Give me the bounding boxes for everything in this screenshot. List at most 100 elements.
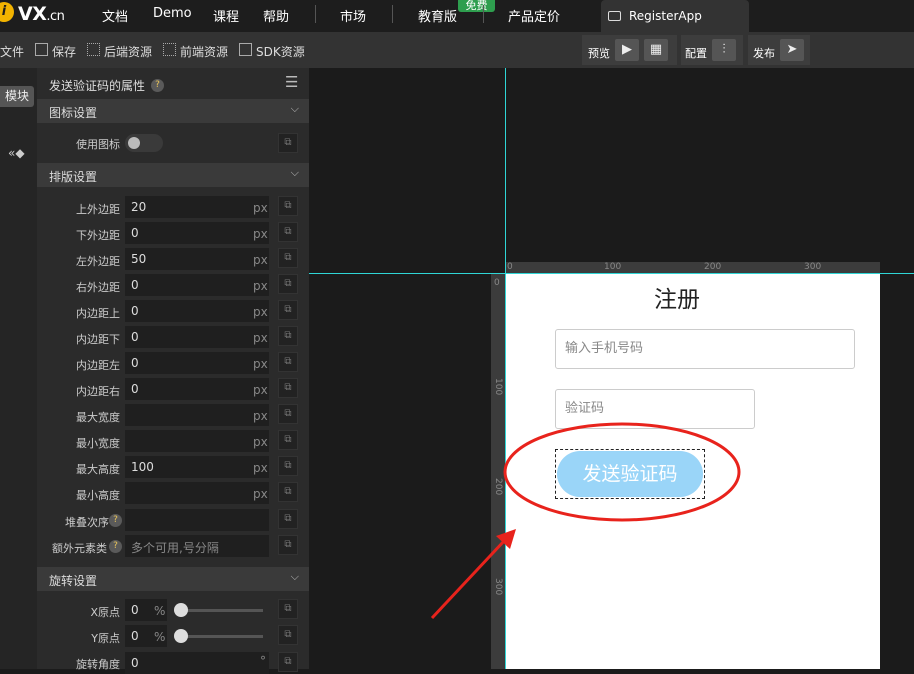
slider-handle[interactable] (174, 603, 188, 617)
logo-icon[interactable]: i (0, 2, 14, 22)
field-label: 最大宽度 (76, 411, 120, 424)
field-input[interactable] (125, 404, 269, 426)
play-icon[interactable]: ▶ (615, 39, 639, 61)
degree-unit: ° (260, 654, 266, 668)
save-button[interactable]: 保存 (52, 43, 76, 60)
panel-title: 发送验证码的属性 (49, 79, 146, 93)
percent-unit: % (154, 630, 166, 644)
nav-market[interactable]: 市场 (340, 6, 366, 25)
z-index-input[interactable] (125, 509, 269, 531)
copy-icon[interactable]: ⧉ (278, 378, 298, 398)
copy-icon[interactable]: ⧉ (278, 326, 298, 346)
ruler-tick-label: 0 (507, 262, 513, 272)
copy-icon[interactable]: ⧉ (278, 352, 298, 372)
section-icon-settings[interactable]: 图标设置 ⌵ (37, 99, 309, 123)
extra-class-input[interactable]: 多个可用,号分隔 (125, 535, 269, 557)
rotate-origin-label: Y原点 (91, 632, 120, 645)
copy-icon[interactable]: ⧉ (278, 133, 298, 153)
nav-divider (315, 5, 316, 23)
phone-input[interactable]: 输入手机号码 (555, 329, 855, 369)
free-badge: 免费 (458, 0, 495, 12)
nav-courses[interactable]: 课程 (213, 6, 239, 25)
section-title: 图标设置 (49, 106, 98, 120)
copy-icon[interactable]: ⧉ (278, 535, 298, 555)
copy-icon[interactable]: ⧉ (278, 274, 298, 294)
copy-icon[interactable]: ⧉ (278, 482, 298, 502)
field-input[interactable]: 0 (125, 300, 269, 322)
nav-docs[interactable]: 文档 (102, 6, 128, 25)
field-input[interactable]: 100 (125, 456, 269, 478)
nav-education[interactable]: 教育版 (418, 6, 457, 25)
section-rotate-settings[interactable]: 旋转设置 ⌵ (37, 567, 309, 591)
help-icon[interactable]: ? (109, 514, 122, 527)
ruler-tick-label: 200 (704, 262, 722, 272)
copy-icon[interactable]: ⧉ (278, 625, 298, 645)
section-title: 旋转设置 (49, 574, 98, 588)
copy-icon[interactable]: ⧉ (278, 652, 298, 672)
ruler-tick-label: 100 (604, 262, 622, 272)
field-label: 最小高度 (76, 489, 120, 502)
rotate-angle-input[interactable]: 0 (125, 652, 269, 674)
app-tab[interactable]: RegisterApp (601, 0, 749, 32)
copy-icon[interactable]: ⧉ (278, 404, 298, 424)
sdk-icon (239, 43, 252, 56)
sliders-icon[interactable]: ⫶ (712, 39, 736, 61)
section-title: 排版设置 (49, 170, 98, 184)
field-label: 上外边距 (76, 203, 120, 216)
unit-label: px (253, 227, 268, 241)
use-icon-toggle[interactable] (125, 134, 163, 152)
nav-demo[interactable]: Demo (153, 6, 192, 21)
field-label: 最大高度 (76, 463, 120, 476)
copy-icon[interactable]: ⧉ (278, 300, 298, 320)
field-input[interactable]: 50 (125, 248, 269, 270)
sdk-resources-button[interactable]: SDK资源 (256, 43, 305, 60)
module-tab[interactable]: 模块 (0, 86, 34, 107)
send-code-button[interactable]: 发送验证码 (557, 451, 703, 497)
collapse-icon[interactable]: «◆ (8, 146, 25, 160)
frontend-resources-button[interactable]: 前端资源 (180, 43, 228, 60)
field-input[interactable]: 0 (125, 378, 269, 400)
copy-icon[interactable]: ⧉ (278, 599, 298, 619)
field-label: 最小宽度 (76, 437, 120, 450)
copy-icon[interactable]: ⧉ (278, 430, 298, 450)
copy-icon[interactable]: ⧉ (278, 196, 298, 216)
nav-help[interactable]: 帮助 (263, 6, 289, 25)
rotate-origin-slider[interactable] (175, 635, 263, 638)
unit-label: px (253, 409, 268, 423)
field-input[interactable]: 0 (125, 352, 269, 374)
app-tab-label: RegisterApp (629, 9, 702, 23)
preview-group: 预览 ▶ ▦ (582, 35, 677, 65)
guide-line-vertical[interactable] (505, 68, 506, 669)
copy-icon[interactable]: ⧉ (278, 456, 298, 476)
guide-line-horizontal[interactable] (309, 273, 914, 274)
copy-icon[interactable]: ⧉ (278, 509, 298, 529)
send-icon[interactable]: ➤ (780, 39, 804, 61)
field-input[interactable]: 20 (125, 196, 269, 218)
field-input[interactable]: 0 (125, 326, 269, 348)
watermark: CSDN @码莎拉蒂 . (736, 642, 877, 661)
field-input[interactable]: 0 (125, 222, 269, 244)
rotate-origin-slider[interactable] (175, 609, 263, 612)
unit-label: px (253, 279, 268, 293)
field-input[interactable]: 0 (125, 274, 269, 296)
copy-icon[interactable]: ⧉ (278, 248, 298, 268)
qrcode-icon[interactable]: ▦ (644, 39, 668, 61)
chevron-down-icon: ⌵ (290, 102, 299, 115)
unit-label: px (253, 305, 268, 319)
nav-pricing[interactable]: 产品定价 (508, 6, 560, 25)
code-input[interactable]: 验证码 (555, 389, 755, 429)
unit-label: px (253, 253, 268, 267)
menu-icon[interactable]: ☰ (285, 73, 298, 91)
field-input[interactable] (125, 430, 269, 452)
section-layout-settings[interactable]: 排版设置 ⌵ (37, 163, 309, 187)
ruler-left: 0 100 200 300 (491, 274, 505, 669)
logo[interactable]: VX.cn (18, 3, 65, 25)
field-input[interactable] (125, 482, 269, 504)
help-icon[interactable]: ? (151, 79, 164, 92)
file-menu[interactable]: 文件 (0, 43, 24, 60)
copy-icon[interactable]: ⧉ (278, 222, 298, 242)
slider-handle[interactable] (174, 629, 188, 643)
help-icon[interactable]: ? (109, 540, 122, 553)
field-label: 下外边距 (76, 229, 120, 242)
backend-resources-button[interactable]: 后端资源 (104, 43, 152, 60)
